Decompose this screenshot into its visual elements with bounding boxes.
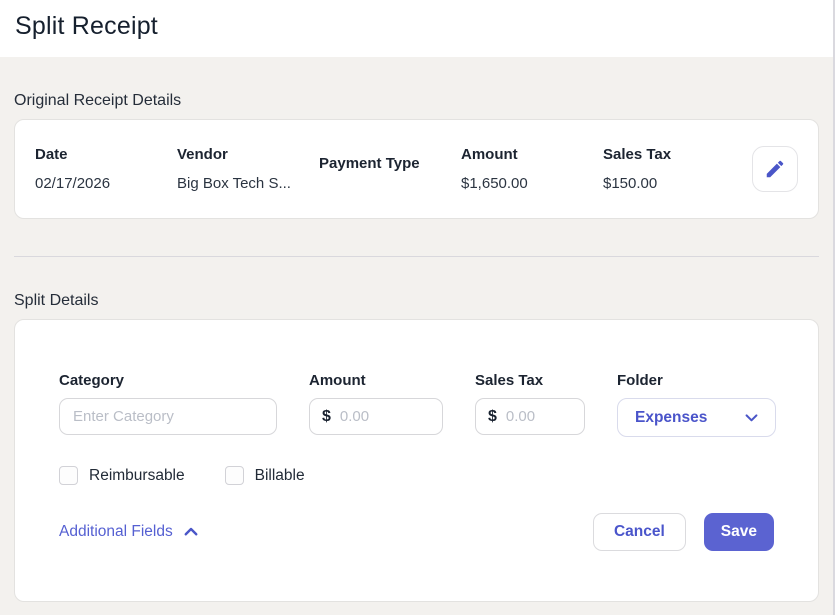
section-divider bbox=[14, 256, 819, 257]
chevron-down-icon bbox=[743, 409, 760, 426]
split-details-card: Category Amount $ Sales Tax $ bbox=[14, 319, 819, 602]
reimbursable-label: Reimbursable bbox=[89, 467, 185, 485]
sales-tax-input-box: $ bbox=[475, 398, 585, 435]
category-input[interactable] bbox=[59, 398, 277, 435]
edit-receipt-button[interactable] bbox=[752, 146, 798, 192]
receipt-field-sales-tax: Sales Tax $150.00 bbox=[603, 146, 745, 193]
additional-fields-toggle[interactable]: Additional Fields bbox=[59, 523, 200, 541]
billable-checkbox[interactable] bbox=[225, 466, 244, 485]
reimbursable-checkbox[interactable] bbox=[59, 466, 78, 485]
cancel-button[interactable]: Cancel bbox=[593, 513, 686, 551]
receipt-field-payment-type: Payment Type bbox=[319, 155, 461, 184]
billable-checkbox-group[interactable]: Billable bbox=[225, 466, 305, 485]
split-card-footer: Additional Fields Cancel Save bbox=[59, 513, 774, 551]
split-details-heading: Split Details bbox=[14, 292, 819, 310]
page-header: Split Receipt bbox=[0, 0, 833, 57]
split-receipt-page: Split Receipt Original Receipt Details D… bbox=[0, 0, 835, 615]
checkbox-row: Reimbursable Billable bbox=[59, 466, 774, 485]
billable-label: Billable bbox=[255, 467, 305, 485]
receipt-field-value: 02/17/2026 bbox=[35, 175, 177, 193]
folder-label: Folder bbox=[617, 372, 776, 389]
dollar-sign-prefix: $ bbox=[488, 408, 497, 426]
folder-field-group: Folder Expenses bbox=[617, 372, 776, 437]
save-button[interactable]: Save bbox=[704, 513, 774, 551]
dollar-sign-prefix: $ bbox=[322, 408, 331, 426]
receipt-field-label: Sales Tax bbox=[603, 146, 745, 164]
amount-input-box: $ bbox=[309, 398, 443, 435]
folder-selected-value: Expenses bbox=[635, 409, 707, 427]
receipt-field-value: $1,650.00 bbox=[461, 175, 603, 193]
receipt-field-amount: Amount $1,650.00 bbox=[461, 146, 603, 193]
sales-tax-input[interactable] bbox=[506, 408, 572, 425]
receipt-field-value: Big Box Tech S... bbox=[177, 175, 319, 193]
receipt-field-label: Amount bbox=[461, 146, 603, 164]
original-receipt-heading: Original Receipt Details bbox=[14, 92, 819, 110]
category-field-group: Category bbox=[59, 372, 277, 437]
action-buttons: Cancel Save bbox=[593, 513, 774, 551]
receipt-field-label: Payment Type bbox=[319, 155, 461, 173]
split-fields-row: Category Amount $ Sales Tax $ bbox=[59, 372, 774, 437]
folder-dropdown[interactable]: Expenses bbox=[617, 398, 776, 437]
receipt-field-label: Date bbox=[35, 146, 177, 164]
pencil-icon bbox=[764, 158, 786, 180]
original-receipt-card: Date 02/17/2026 Vendor Big Box Tech S...… bbox=[14, 119, 819, 219]
sales-tax-field-group: Sales Tax $ bbox=[475, 372, 585, 437]
page-content: Original Receipt Details Date 02/17/2026… bbox=[0, 92, 833, 602]
receipt-field-value: $150.00 bbox=[603, 175, 745, 193]
chevron-up-icon bbox=[182, 523, 200, 541]
amount-field-group: Amount $ bbox=[309, 372, 443, 437]
receipt-field-vendor: Vendor Big Box Tech S... bbox=[177, 146, 319, 193]
receipt-field-date: Date 02/17/2026 bbox=[35, 146, 177, 193]
additional-fields-label: Additional Fields bbox=[59, 523, 173, 541]
sales-tax-label: Sales Tax bbox=[475, 372, 585, 389]
amount-label: Amount bbox=[309, 372, 443, 389]
page-title: Split Receipt bbox=[15, 12, 817, 41]
category-label: Category bbox=[59, 372, 277, 389]
reimbursable-checkbox-group[interactable]: Reimbursable bbox=[59, 466, 185, 485]
amount-input[interactable] bbox=[340, 408, 430, 425]
receipt-field-label: Vendor bbox=[177, 146, 319, 164]
